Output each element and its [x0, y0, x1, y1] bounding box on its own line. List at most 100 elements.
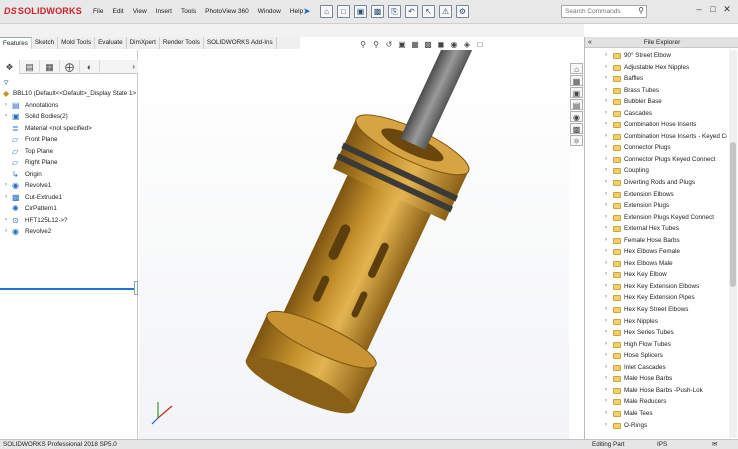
filter-icon[interactable]: ▿	[4, 77, 9, 88]
close-icon[interactable]: ✕	[720, 4, 734, 15]
expand-chevron-icon[interactable]: ›	[605, 108, 607, 120]
folder-item[interactable]: › Male Hose Barbs	[585, 373, 727, 385]
expand-chevron-icon[interactable]: ›	[605, 269, 607, 281]
tab-mold-tools[interactable]: Mold Tools	[58, 37, 96, 49]
expand-chevron-icon[interactable]: ›	[605, 281, 607, 293]
panel-resize-handle[interactable]	[134, 281, 138, 295]
expand-chevron-icon[interactable]: ›	[605, 62, 607, 74]
tree-item[interactable]: ✺ CirPattern1	[0, 203, 138, 215]
folder-item[interactable]: › Extension Plugs	[585, 200, 727, 212]
menu-insert[interactable]: Insert	[156, 8, 172, 15]
search-icon[interactable]: ⚲	[638, 6, 644, 15]
display-style-icon[interactable]: ◼	[436, 40, 446, 49]
menu-window[interactable]: Window	[258, 8, 281, 15]
folder-item[interactable]: › Hex Elbows Male	[585, 258, 727, 270]
menu-photoview[interactable]: PhotoView 360	[205, 8, 249, 15]
brass-part-model[interactable]	[139, 25, 569, 439]
folder-item[interactable]: › Connector Plugs	[585, 142, 727, 154]
minimize-icon[interactable]: –	[692, 4, 706, 15]
folder-item[interactable]: › Adjustable Hex Nipples	[585, 62, 727, 74]
expand-chevron-icon[interactable]: ›	[605, 119, 607, 131]
menu-tools[interactable]: Tools	[181, 8, 196, 15]
tab-features[interactable]: Features	[0, 37, 32, 49]
undo-icon[interactable]: ↶	[405, 5, 418, 18]
folder-item[interactable]: › External Hex Tubes	[585, 223, 727, 235]
folder-item[interactable]: › Coupling	[585, 165, 727, 177]
expand-chevron-icon[interactable]: ›	[3, 111, 9, 123]
solidworks-forum-icon[interactable]: ⚛	[570, 135, 583, 146]
expand-chevron-icon[interactable]: ›	[605, 177, 607, 189]
expand-chevron-icon[interactable]: ›	[605, 373, 607, 385]
pin-menu-icon[interactable]: ➤	[303, 6, 311, 17]
expand-chevron-icon[interactable]: ›	[605, 200, 607, 212]
tree-item[interactable]: › ◉ Revolve2	[0, 226, 138, 238]
expand-chevron-icon[interactable]: ›	[605, 131, 607, 143]
appearance-icon[interactable]: ◈	[462, 40, 472, 49]
folder-item[interactable]: › Cascades	[585, 108, 727, 120]
view-orientation-icon[interactable]: ▩	[423, 40, 433, 49]
expand-chevron-icon[interactable]: ›	[605, 258, 607, 270]
folder-item[interactable]: › Hex Elbows Female	[585, 246, 727, 258]
section-view-icon[interactable]: ▣	[397, 40, 407, 49]
expand-chevron-icon[interactable]: ›	[605, 212, 607, 224]
zoom-to-area-icon[interactable]: ⚲	[371, 40, 381, 49]
folder-item[interactable]: › Hose Splicers	[585, 350, 727, 362]
expand-chevron-icon[interactable]: ›	[605, 235, 607, 247]
folder-item[interactable]: › O-Rings	[585, 420, 727, 432]
feature-tree-tab-icon[interactable]: ❖	[0, 60, 20, 74]
folder-item[interactable]: › Combination Hose Inserts	[585, 119, 727, 131]
folder-item[interactable]: › Hex Key Street Elbows	[585, 304, 727, 316]
expand-chevron-icon[interactable]: ›	[605, 292, 607, 304]
menu-view[interactable]: View	[133, 8, 147, 15]
folder-item[interactable]: › Male Reducers	[585, 396, 727, 408]
view-settings-icon[interactable]: □	[475, 40, 485, 49]
custom-properties-icon[interactable]: ▩	[570, 123, 583, 134]
tree-item[interactable]: ▱ Right Plane	[0, 157, 138, 169]
tree-item[interactable]: › ⊙ HFT125L12->?	[0, 215, 138, 227]
folder-item[interactable]: › Bubbler Base	[585, 96, 727, 108]
expand-chevron-icon[interactable]: ›	[605, 350, 607, 362]
tab-evaluate[interactable]: Evaluate	[95, 37, 127, 49]
folder-item[interactable]: › High Flow Tubes	[585, 339, 727, 351]
appearances-icon[interactable]: ◉	[570, 111, 583, 122]
print-icon[interactable]: ⎘	[388, 5, 401, 18]
rebuild-icon[interactable]: ⚠	[439, 5, 452, 18]
expand-chevron-icon[interactable]: ›	[605, 165, 607, 177]
tree-item[interactable]: ▱ Top Plane	[0, 146, 138, 158]
new-document-icon[interactable]: □	[337, 5, 350, 18]
folder-item[interactable]: › Hex Key Elbow	[585, 269, 727, 281]
tree-item[interactable]: ≣ Material <not specified>	[0, 123, 138, 135]
search-commands-input[interactable]	[562, 6, 636, 17]
folder-item[interactable]: › Hex Key Extension Elbows	[585, 281, 727, 293]
expand-chevron-icon[interactable]: ›	[605, 327, 607, 339]
tree-item[interactable]: › ▤ Annotations	[0, 100, 138, 112]
expand-chevron-icon[interactable]: ›	[605, 396, 607, 408]
chat-icon[interactable]: ✉	[712, 441, 717, 448]
expand-chevron-icon[interactable]: ›	[605, 420, 607, 432]
expand-chevron-icon[interactable]: ›	[605, 339, 607, 351]
expand-chevron-icon[interactable]: ›	[605, 73, 607, 85]
folder-item[interactable]: › Connector Plugs Keyed Connect	[585, 154, 727, 166]
folder-item[interactable]: › 90° Street Elbow	[585, 50, 727, 62]
rollback-bar[interactable]	[0, 288, 136, 290]
folder-item[interactable]: › Brass Tubes	[585, 85, 727, 97]
expand-chevron-icon[interactable]: ›	[605, 96, 607, 108]
file-explorer-icon[interactable]: ▣	[570, 87, 583, 98]
folder-item[interactable]: › Male Tees	[585, 408, 727, 420]
menu-edit[interactable]: Edit	[112, 8, 123, 15]
tab-solidworks-add-ins[interactable]: SOLIDWORKS Add-Ins	[204, 37, 277, 49]
status-units[interactable]: IPS	[657, 441, 667, 448]
expand-chevron-icon[interactable]: ›	[605, 362, 607, 374]
save-icon[interactable]: ▩	[371, 5, 384, 18]
design-library-icon[interactable]: ▦	[570, 75, 583, 86]
expand-chevron-icon[interactable]: ›	[605, 246, 607, 258]
expand-chevron-icon[interactable]: ›	[3, 226, 9, 238]
folder-item[interactable]: › Extension Elbows	[585, 189, 727, 201]
folder-item[interactable]: › Combination Hose Inserts - Keyed Cor	[585, 131, 727, 143]
tree-item[interactable]: ↳ Origin	[0, 169, 138, 181]
tree-item[interactable]: › ▩ Cut-Extrude1	[0, 192, 138, 204]
previous-view-icon[interactable]: ↺	[384, 40, 394, 49]
folder-item[interactable]: › Diverting Rods and Plugs	[585, 177, 727, 189]
tab-render-tools[interactable]: Render Tools	[160, 37, 204, 49]
maximize-icon[interactable]: □	[706, 4, 720, 15]
